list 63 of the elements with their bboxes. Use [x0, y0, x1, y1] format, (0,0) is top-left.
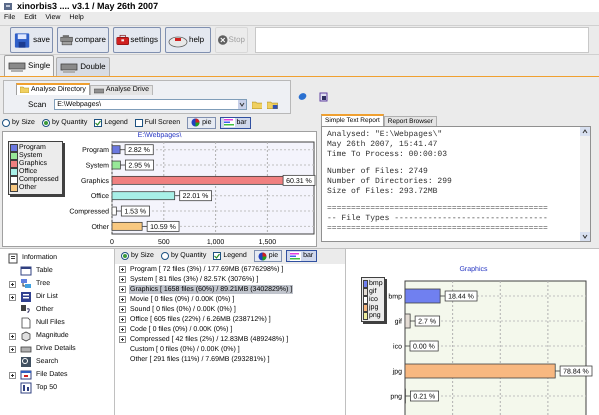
report-line: Number of Files: 2749 [327, 166, 429, 177]
mode-tab[interactable]: Single [4, 54, 54, 76]
window-title: xinorbis3 .... v3.1 / May 26th 2007 [17, 2, 158, 11]
compare-button[interactable]: compare [57, 26, 109, 53]
expand-icon[interactable] [9, 346, 16, 353]
expand-icon[interactable] [9, 372, 16, 379]
pie-chart-icon [258, 252, 267, 261]
expand-icon[interactable] [119, 336, 126, 344]
report-line: Size of Files: 293.72MB [327, 186, 438, 197]
chart-icon [20, 382, 32, 394]
report-line: May 26th 2007, 15:41.47 [327, 140, 438, 150]
info-icon [8, 252, 18, 264]
checkbox[interactable] [213, 252, 222, 260]
expand-icon[interactable] [119, 266, 126, 274]
radio-button[interactable] [160, 252, 169, 260]
radio-button[interactable] [42, 118, 50, 127]
report-line: Time To Process: 00:00:03 [327, 150, 448, 160]
document-icon [20, 317, 32, 330]
scrollbar[interactable] [580, 126, 590, 241]
mode-tab[interactable]: Double [56, 56, 110, 76]
search-icon [20, 356, 32, 368]
report-line: ============================================== [327, 204, 549, 214]
report-text-area[interactable] [321, 126, 591, 242]
folder-icon[interactable] [252, 100, 262, 110]
expand-icon[interactable] [9, 280, 16, 288]
settings-button[interactable]: settings [113, 26, 161, 53]
expand-icon[interactable] [119, 316, 126, 324]
report-line: Number of Directories: 299 [327, 176, 453, 187]
pie-chart-icon [191, 118, 200, 128]
expand-icon[interactable] [9, 294, 16, 301]
checkbox[interactable] [94, 118, 102, 127]
bar-chart-icon [224, 118, 234, 128]
table-icon [20, 265, 32, 278]
tree-icon [20, 278, 32, 290]
calendar-icon [20, 369, 32, 382]
help-button[interactable]: help [165, 26, 211, 53]
list-icon [20, 291, 32, 304]
report-line: Analysed: "E:\Webpages\" [327, 130, 444, 140]
globe-icon[interactable] [298, 92, 307, 102]
radio-button[interactable] [121, 252, 129, 260]
checkbox[interactable] [134, 118, 143, 127]
expand-icon[interactable] [119, 276, 126, 284]
cube-icon [20, 330, 32, 342]
expand-icon[interactable] [9, 332, 16, 340]
expand-icon[interactable] [119, 326, 126, 334]
scan-label: Scan [27, 98, 48, 111]
bar-chart-icon [290, 252, 302, 261]
radio-button[interactable] [2, 118, 10, 127]
expand-icon[interactable] [119, 296, 126, 304]
report-line: -- File Types -------------------------------- [327, 214, 549, 224]
folder-icon[interactable] [267, 100, 278, 110]
folder-icon [20, 86, 29, 94]
document-icon[interactable] [319, 92, 328, 102]
expand-icon[interactable] [119, 286, 126, 294]
expand-icon[interactable] [119, 306, 126, 314]
drive-icon [94, 86, 104, 94]
save-button[interactable]: save [10, 26, 53, 53]
dropdown-icon [238, 100, 246, 110]
app-icon [4, 2, 13, 11]
stop-icon [218, 34, 228, 46]
scroll-down-icon[interactable] [580, 232, 590, 241]
report-line: ============================================== [327, 224, 549, 234]
scroll-up-icon[interactable] [580, 126, 590, 136]
